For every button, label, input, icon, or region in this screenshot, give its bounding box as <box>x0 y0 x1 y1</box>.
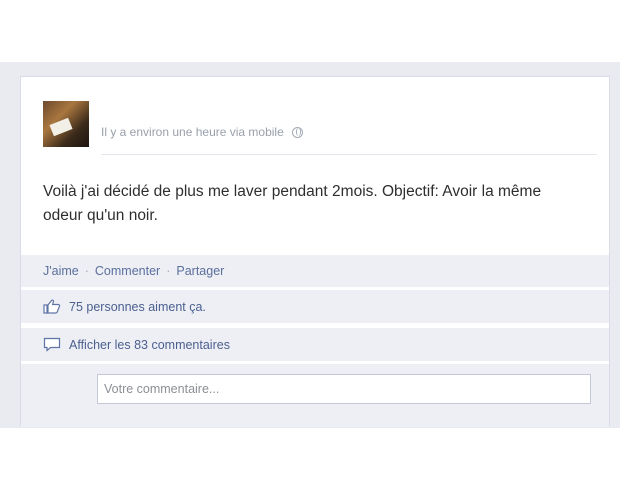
comment-input[interactable] <box>97 374 591 404</box>
avatar-photo-detail <box>49 117 73 137</box>
separator: · <box>166 264 171 278</box>
like-link[interactable]: J'aime <box>43 264 79 278</box>
likes-row: 75 personnes aiment ça. <box>21 289 609 323</box>
avatar[interactable] <box>43 101 89 147</box>
post-timestamp[interactable]: Il y a environ une heure via mobile <box>101 125 284 139</box>
comment-area <box>21 363 609 427</box>
comments-row: Afficher les 83 commentaires <box>21 327 609 361</box>
comment-link[interactable]: Commenter <box>95 264 160 278</box>
action-bar: J'aime · Commenter · Partager <box>21 255 609 287</box>
post-text: Voilà j'ai décidé de plus me laver penda… <box>43 183 542 224</box>
status-post: Il y a environ une heure via mobile Voil… <box>20 76 610 427</box>
share-link[interactable]: Partager <box>176 264 224 278</box>
comment-bubble-icon <box>43 337 61 352</box>
separator: · <box>84 264 89 278</box>
thumbs-up-icon <box>43 299 61 314</box>
view-all-comments-link[interactable]: Afficher les 83 commentaires <box>69 338 230 352</box>
post-meta: Il y a environ une heure via mobile <box>101 125 303 139</box>
divider <box>101 154 597 155</box>
likes-count[interactable]: 75 personnes aiment ça. <box>69 300 206 314</box>
globe-icon[interactable] <box>291 126 303 138</box>
